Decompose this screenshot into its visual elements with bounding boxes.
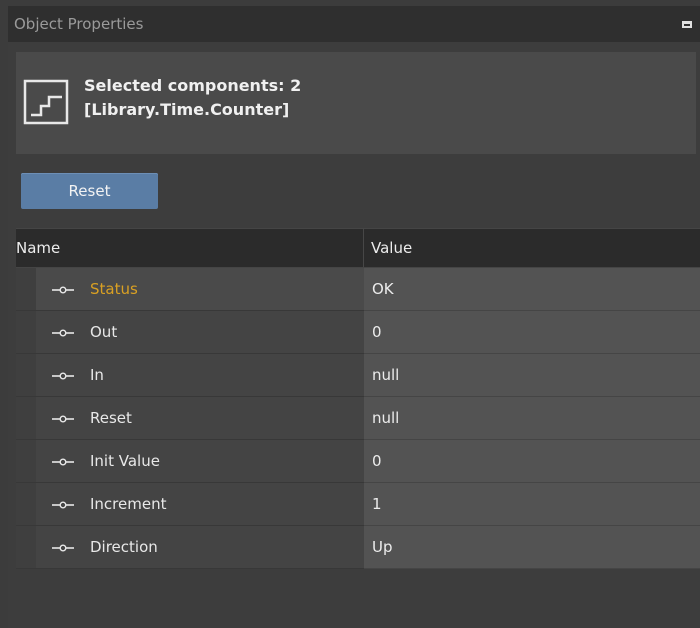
component-type: [Library.Time.Counter] bbox=[84, 100, 290, 119]
pin-icon bbox=[52, 372, 74, 380]
panel-title: Object Properties bbox=[14, 15, 144, 33]
property-name-cell[interactable]: Direction bbox=[16, 526, 364, 569]
property-name: Init Value bbox=[90, 452, 160, 470]
property-value-cell[interactable]: 1 bbox=[364, 483, 700, 526]
property-name: Increment bbox=[90, 495, 167, 513]
property-row-status[interactable]: Status OK bbox=[16, 268, 700, 311]
column-header-name[interactable]: Name bbox=[16, 239, 60, 257]
property-name-cell[interactable]: Status bbox=[16, 268, 364, 311]
property-value: 0 bbox=[372, 323, 382, 341]
property-row-out[interactable]: Out 0 bbox=[16, 311, 700, 354]
property-value-cell[interactable]: 0 bbox=[364, 311, 700, 354]
property-value: null bbox=[372, 409, 400, 427]
property-name: Status bbox=[90, 280, 138, 298]
row-gutter bbox=[16, 311, 36, 353]
property-name-cell[interactable]: Init Value bbox=[16, 440, 364, 483]
property-value: 0 bbox=[372, 452, 382, 470]
property-value-cell[interactable]: null bbox=[364, 354, 700, 397]
property-value: Up bbox=[372, 538, 393, 556]
property-name-cell[interactable]: In bbox=[16, 354, 364, 397]
grid-header: Name Value bbox=[16, 228, 700, 268]
restore-window-icon[interactable] bbox=[682, 21, 692, 28]
property-row-direction[interactable]: Direction Up bbox=[16, 526, 700, 569]
pin-icon bbox=[52, 329, 74, 337]
row-gutter bbox=[16, 268, 36, 310]
property-name-cell[interactable]: Increment bbox=[16, 483, 364, 526]
selection-header: Selected components: 2 [Library.Time.Cou… bbox=[16, 52, 696, 154]
selected-count: Selected components: 2 bbox=[84, 76, 302, 95]
pin-icon bbox=[52, 458, 74, 466]
property-row-in[interactable]: In null bbox=[16, 354, 700, 397]
property-name: In bbox=[90, 366, 104, 384]
object-properties-panel: Selected components: 2 [Library.Time.Cou… bbox=[8, 42, 700, 628]
property-row-init-value[interactable]: Init Value 0 bbox=[16, 440, 700, 483]
row-gutter bbox=[16, 354, 36, 396]
property-value-cell[interactable]: OK bbox=[364, 268, 700, 311]
row-gutter bbox=[16, 526, 36, 568]
property-name: Out bbox=[90, 323, 118, 341]
reset-button[interactable]: Reset bbox=[21, 173, 158, 209]
property-row-reset[interactable]: Reset null bbox=[16, 397, 700, 440]
property-value-cell[interactable]: Up bbox=[364, 526, 700, 569]
properties-grid: Name Value Status OK Out 0 In null Reset… bbox=[16, 228, 700, 569]
property-value-cell[interactable]: 0 bbox=[364, 440, 700, 483]
counter-step-icon bbox=[23, 79, 69, 125]
column-divider[interactable] bbox=[363, 229, 364, 267]
property-value-cell[interactable]: null bbox=[364, 397, 700, 440]
property-name-cell[interactable]: Reset bbox=[16, 397, 364, 440]
property-name: Reset bbox=[90, 409, 132, 427]
pin-icon bbox=[52, 286, 74, 294]
pin-icon bbox=[52, 544, 74, 552]
pin-icon bbox=[52, 501, 74, 509]
property-value: OK bbox=[372, 280, 394, 298]
panel-titlebar: Object Properties bbox=[8, 6, 700, 42]
property-row-increment[interactable]: Increment 1 bbox=[16, 483, 700, 526]
property-value: null bbox=[372, 366, 400, 384]
property-name: Direction bbox=[90, 538, 158, 556]
row-gutter bbox=[16, 440, 36, 482]
property-name-cell[interactable]: Out bbox=[16, 311, 364, 354]
property-value: 1 bbox=[372, 495, 382, 513]
row-gutter bbox=[16, 397, 36, 439]
pin-icon bbox=[52, 415, 74, 423]
row-gutter bbox=[16, 483, 36, 525]
column-header-value[interactable]: Value bbox=[371, 239, 412, 257]
